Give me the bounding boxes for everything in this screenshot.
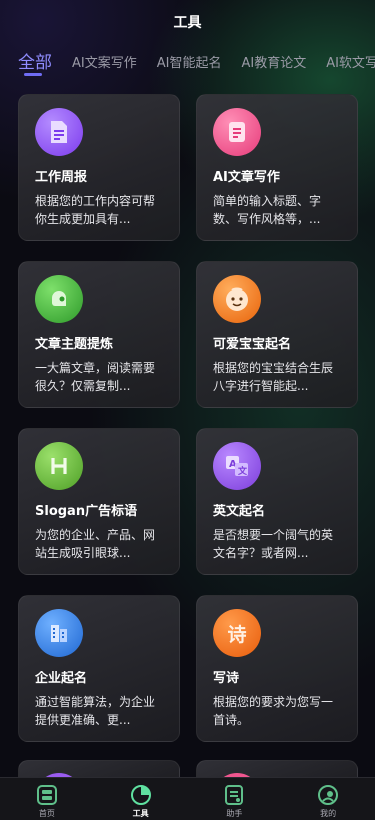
- tab-all[interactable]: 全部: [18, 48, 52, 76]
- document-icon: [213, 108, 261, 156]
- tool-card-baby-naming[interactable]: 可爱宝宝起名 根据您的宝宝结合生辰八字进行智能起...: [196, 261, 358, 408]
- tool-title: 英文起名: [213, 504, 266, 519]
- building-icon: [35, 609, 83, 657]
- tool-card-weekly-report[interactable]: 工作周报 根据您的工作内容可帮你生成更加具有...: [18, 94, 180, 241]
- tool-description: 是否想要一个阔气的英文名字？或者网...: [213, 528, 334, 560]
- assistant-icon: [225, 785, 244, 805]
- tab-ai-education[interactable]: AI教育论文: [241, 48, 306, 71]
- home-icon: [36, 785, 57, 805]
- tab-label: 全部: [18, 53, 52, 73]
- tool-description: 通过智能算法，为企业提供更准确、更...: [35, 695, 156, 727]
- tool-card-ai-article[interactable]: AI文章写作 简单的输入标题、字数、写作风格等，...: [196, 94, 358, 241]
- tool-description: 一大篇文章，阅读需要很久？仅需复制...: [35, 361, 156, 393]
- nav-profile[interactable]: 我的: [281, 778, 375, 820]
- tool-card-slogan[interactable]: Slogan广告标语 为您的企业、产品、网站生成吸引眼球...: [18, 428, 180, 575]
- nav-label: 我的: [320, 809, 337, 818]
- tool-title: AI文章写作: [213, 170, 280, 185]
- tool-description: 简单的输入标题、字数、写作风格等，...: [213, 194, 322, 226]
- tool-card-poem[interactable]: 诗 写诗 根据您的要求为您写一首诗。: [196, 595, 358, 742]
- tool-title: Slogan广告标语: [35, 504, 138, 519]
- tools-pie-icon: [130, 785, 151, 805]
- page-title: 工具: [173, 15, 202, 31]
- tool-grid: 工作周报 根据您的工作内容可帮你生成更加具有... AI文章写作 简单的输入标题…: [18, 94, 358, 742]
- tab-ai-copywriting[interactable]: AI文案写作: [72, 48, 137, 71]
- tool-description: 为您的企业、产品、网站生成吸引眼球...: [35, 528, 156, 560]
- bottom-nav: 首页 工具 助手 我的: [0, 777, 375, 820]
- tab-label: AI文案写作: [72, 56, 137, 71]
- nav-assistant[interactable]: 助手: [188, 778, 282, 820]
- svg-text:文: 文: [237, 465, 248, 477]
- chat-bubble-icon: [35, 275, 83, 323]
- category-tabs: 全部 AI文案写作 AI智能起名 AI教育论文 AI软文写: [0, 48, 375, 82]
- tool-description: 根据您的工作内容可帮你生成更加具有...: [35, 194, 156, 226]
- poem-icon: 诗: [213, 609, 261, 657]
- tab-ai-softcopy[interactable]: AI软文写: [326, 48, 375, 71]
- tool-title: 工作周报: [35, 170, 88, 185]
- profile-icon: [318, 785, 339, 805]
- letter-h-icon: [35, 442, 83, 490]
- nav-label: 工具: [132, 809, 149, 818]
- translate-icon: A文: [213, 442, 261, 490]
- tool-description: 根据您的要求为您写一首诗。: [213, 695, 334, 727]
- nav-tools[interactable]: 工具: [94, 778, 188, 820]
- tab-label: AI教育论文: [241, 56, 307, 71]
- tab-label: AI软文写: [326, 56, 375, 71]
- tab-label: AI智能起名: [156, 56, 222, 71]
- nav-label: 首页: [38, 809, 55, 818]
- nav-home[interactable]: 首页: [0, 778, 94, 820]
- tool-card-topic-extract[interactable]: 文章主题提炼 一大篇文章，阅读需要很久？仅需复制...: [18, 261, 180, 408]
- tool-title: 写诗: [213, 671, 240, 686]
- nav-label: 助手: [226, 809, 243, 818]
- baby-face-icon: [213, 275, 261, 323]
- tool-description: 根据您的宝宝结合生辰八字进行智能起...: [213, 361, 334, 393]
- tool-card-english-naming[interactable]: A文 英文起名 是否想要一个阔气的英文名字？或者网...: [196, 428, 358, 575]
- tool-title: 企业起名: [35, 671, 88, 686]
- poem-glyph: 诗: [227, 623, 247, 646]
- tab-ai-naming[interactable]: AI智能起名: [157, 48, 222, 71]
- sheet-icon: [35, 108, 83, 156]
- tool-title: 文章主题提炼: [35, 337, 114, 352]
- active-tab-indicator: [24, 73, 42, 76]
- tool-card-company-naming[interactable]: 企业起名 通过智能算法，为企业提供更准确、更...: [18, 595, 180, 742]
- tool-title: 可爱宝宝起名: [213, 337, 292, 352]
- top-header: 工具: [0, 0, 375, 44]
